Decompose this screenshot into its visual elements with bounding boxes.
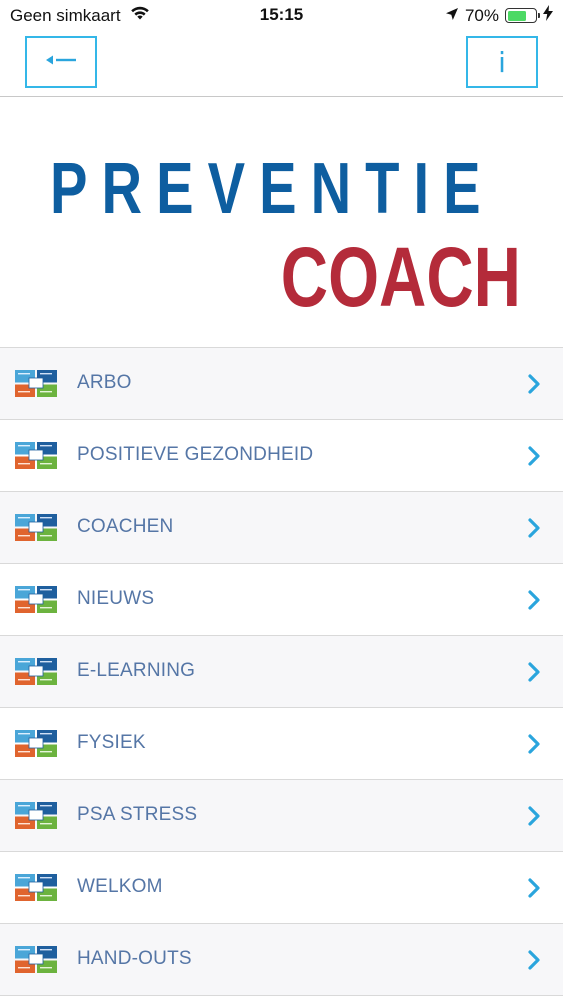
chevron-right-icon bbox=[527, 446, 541, 466]
card-grid-icon bbox=[15, 730, 57, 757]
card-grid-icon bbox=[15, 586, 57, 613]
card-grid-icon bbox=[15, 514, 57, 541]
menu-item-label: PSA STRESS bbox=[77, 804, 198, 825]
chevron-right-icon bbox=[527, 590, 541, 610]
info-button[interactable]: i bbox=[466, 36, 538, 88]
menu-item-label: HAND-OUTS bbox=[77, 948, 192, 969]
battery-icon bbox=[505, 8, 540, 23]
chevron-right-icon bbox=[527, 734, 541, 754]
menu-item-label: E-LEARNING bbox=[77, 660, 196, 681]
menu-item-nieuws[interactable]: NIEUWS bbox=[0, 564, 563, 636]
menu-item-label: ARBO bbox=[77, 372, 132, 393]
card-grid-icon bbox=[15, 802, 57, 829]
menu-item-label: WELKOM bbox=[77, 876, 163, 897]
chevron-right-icon bbox=[527, 806, 541, 826]
info-label: i bbox=[498, 45, 506, 79]
battery-percent: 70% bbox=[464, 5, 499, 25]
brand-logo: PREVENTIE COACH bbox=[0, 97, 563, 347]
chevron-right-icon bbox=[527, 662, 541, 682]
navigation-bar: i bbox=[0, 30, 563, 97]
card-grid-icon bbox=[15, 442, 57, 469]
menu-list: ARBO POSITIEVE GEZONDHEID COACHEN NIEUWS… bbox=[0, 347, 563, 996]
status-right: 70% bbox=[445, 5, 553, 26]
card-grid-icon bbox=[15, 370, 57, 397]
menu-item-coachen[interactable]: COACHEN bbox=[0, 492, 563, 564]
charging-bolt-icon bbox=[543, 5, 553, 26]
menu-item-arbo[interactable]: ARBO bbox=[0, 348, 563, 420]
menu-item-psa-stress[interactable]: PSA STRESS bbox=[0, 780, 563, 852]
logo-text-preventie: PREVENTIE bbox=[50, 149, 495, 229]
menu-item-label: FYSIEK bbox=[77, 732, 146, 753]
menu-item-positieve-gezondheid[interactable]: POSITIEVE GEZONDHEID bbox=[0, 420, 563, 492]
menu-item-e-learning[interactable]: E-LEARNING bbox=[0, 636, 563, 708]
back-button[interactable] bbox=[25, 36, 97, 88]
logo-text-coach: COACH bbox=[280, 230, 521, 324]
chevron-right-icon bbox=[527, 518, 541, 538]
card-grid-icon bbox=[15, 658, 57, 685]
card-grid-icon bbox=[15, 946, 57, 973]
chevron-right-icon bbox=[527, 878, 541, 898]
app-screen: Geen simkaart 15:15 70% i PREVENTIE COAC… bbox=[0, 0, 563, 1000]
location-arrow-icon bbox=[445, 6, 459, 26]
menu-item-hand-outs[interactable]: HAND-OUTS bbox=[0, 924, 563, 996]
card-grid-icon bbox=[15, 874, 57, 901]
menu-item-fysiek[interactable]: FYSIEK bbox=[0, 708, 563, 780]
status-bar: Geen simkaart 15:15 70% bbox=[0, 0, 563, 30]
back-arrow-icon bbox=[44, 53, 78, 72]
chevron-right-icon bbox=[527, 950, 541, 970]
menu-item-welkom[interactable]: WELKOM bbox=[0, 852, 563, 924]
menu-item-label: POSITIEVE GEZONDHEID bbox=[77, 444, 314, 465]
menu-item-label: COACHEN bbox=[77, 516, 174, 537]
chevron-right-icon bbox=[527, 374, 541, 394]
menu-item-label: NIEUWS bbox=[77, 588, 155, 609]
battery-level bbox=[507, 10, 527, 21]
